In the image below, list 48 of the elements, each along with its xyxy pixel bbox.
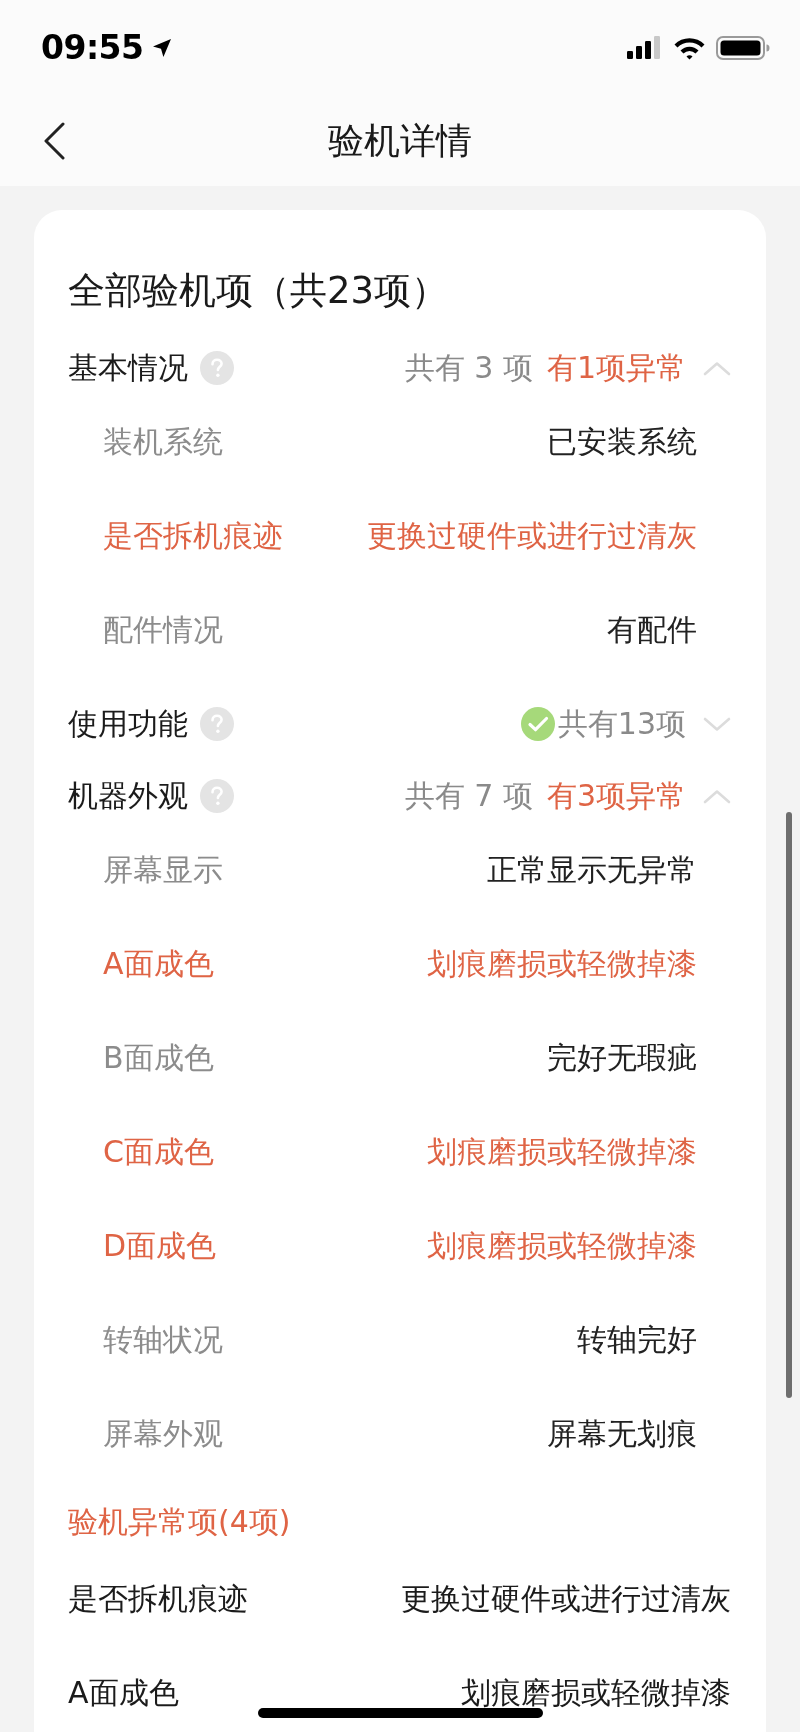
check-item-label: 是否拆机痕迹 xyxy=(103,521,283,551)
abnormal-item-value: 划痕磨损或轻微掉漆 xyxy=(461,1678,731,1708)
check-item-label: 屏幕外观 xyxy=(103,1419,223,1449)
check-item-value: 划痕磨损或轻微掉漆 xyxy=(427,1137,697,1167)
item-count: 共有 7 项 xyxy=(404,781,533,811)
abnormal-item-label: 是否拆机痕迹 xyxy=(68,1584,248,1614)
check-item-value: 已安装系统 xyxy=(547,427,697,457)
check-item-value: 划痕磨损或轻微掉漆 xyxy=(427,949,697,979)
group-title[interactable]: 机器外观 xyxy=(68,781,188,811)
abnormal-section-title: 验机异常项(4项) xyxy=(68,1507,291,1537)
group-title[interactable]: 基本情况 xyxy=(68,353,188,383)
scrollbar[interactable] xyxy=(786,812,792,1398)
card-title: 全部验机项（共23项） xyxy=(68,271,449,309)
signal-icon xyxy=(627,36,661,59)
abnormal-count: 有3项异常 xyxy=(546,781,686,811)
check-item-label: C面成色 xyxy=(103,1137,214,1167)
check-item-label: A面成色 xyxy=(103,949,214,979)
chevron-down-icon[interactable] xyxy=(703,716,731,732)
help-icon[interactable] xyxy=(200,351,234,385)
help-icon[interactable] xyxy=(200,707,234,741)
back-icon[interactable] xyxy=(43,122,65,160)
check-item-value: 有配件 xyxy=(607,615,697,645)
check-item-label: B面成色 xyxy=(103,1043,214,1073)
wifi-icon xyxy=(673,35,706,60)
item-count: 共有13项 xyxy=(557,709,686,739)
check-item-value: 正常显示无异常 xyxy=(487,855,697,885)
check-item-value: 更换过硬件或进行过清灰 xyxy=(367,521,697,551)
page-title: 验机详情 xyxy=(328,122,472,159)
battery-icon xyxy=(716,35,770,60)
check-item-value: 屏幕无划痕 xyxy=(547,1419,697,1449)
check-item-value: 完好无瑕疵 xyxy=(547,1043,697,1073)
status-time: 09:55 xyxy=(41,31,144,64)
check-item-label: 装机系统 xyxy=(103,427,223,457)
help-icon[interactable] xyxy=(200,779,234,813)
check-item-value: 转轴完好 xyxy=(577,1325,697,1355)
check-item-label: 转轴状况 xyxy=(103,1325,223,1355)
group-title[interactable]: 使用功能 xyxy=(68,709,188,739)
chevron-up-icon[interactable] xyxy=(703,360,731,376)
check-item-label: 配件情况 xyxy=(103,615,223,645)
abnormal-count: 有1项异常 xyxy=(546,353,686,383)
location-arrow-icon xyxy=(151,37,172,58)
check-item-label: D面成色 xyxy=(103,1231,217,1261)
abnormal-item-label: A面成色 xyxy=(68,1678,179,1708)
chevron-up-icon[interactable] xyxy=(703,788,731,804)
check-item-value: 划痕磨损或轻微掉漆 xyxy=(427,1231,697,1261)
abnormal-item-value: 更换过硬件或进行过清灰 xyxy=(401,1584,731,1614)
item-count: 共有 3 项 xyxy=(404,353,533,383)
check-item-label: 屏幕显示 xyxy=(103,855,223,885)
